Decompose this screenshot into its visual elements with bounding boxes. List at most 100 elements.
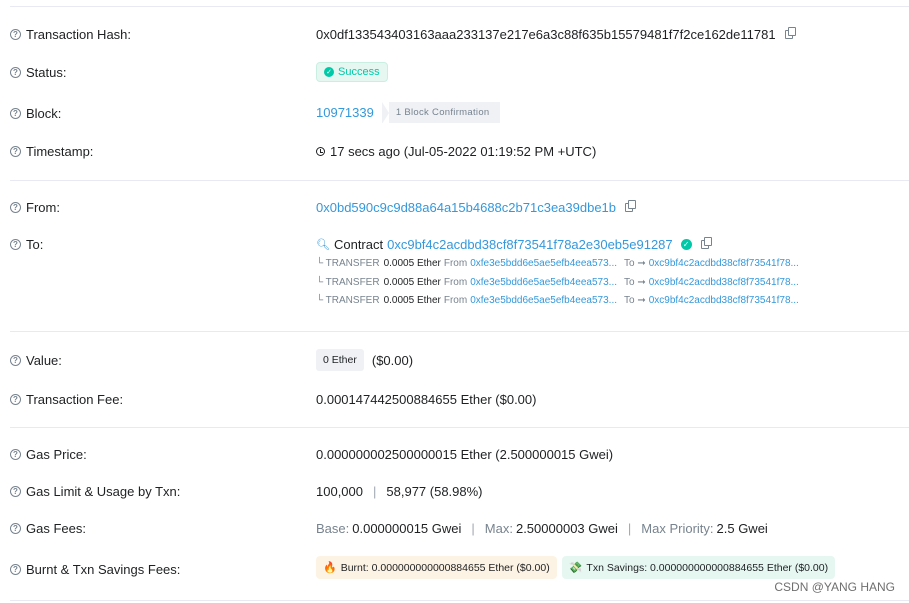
block-label: ? Block: xyxy=(10,106,61,121)
burnt-fees-label-text: Burnt & Txn Savings Fees: xyxy=(26,562,181,577)
burnt-fees-value-row: 🔥 Burnt: 0.000000000000884655 Ether ($0.… xyxy=(316,556,836,579)
block-number-link[interactable]: 10971339 xyxy=(316,105,374,120)
gas-usage-value: 58,977 (58.98%) xyxy=(386,484,483,499)
copy-icon[interactable] xyxy=(784,27,796,39)
timestamp-label: ? Timestamp: xyxy=(10,144,93,159)
transfer-kind: └ TRANSFER xyxy=(316,277,380,288)
help-icon[interactable]: ? xyxy=(10,355,21,366)
from-label: ? From: xyxy=(10,200,60,215)
transfer-to-label: To ➞ xyxy=(624,277,646,288)
help-icon[interactable]: ? xyxy=(10,67,21,78)
token-transfer-row: └ TRANSFER 0.0005 Ether From 0xfe3e5bdd6… xyxy=(316,258,799,269)
gas-price-label-text: Gas Price: xyxy=(26,447,87,462)
burnt-value: Burnt: 0.000000000000884655 Ether ($0.00… xyxy=(340,561,550,574)
help-icon[interactable]: ? xyxy=(10,146,21,157)
separator: | xyxy=(627,521,632,536)
value-usd: ($0.00) xyxy=(371,352,414,368)
transfer-kind: └ TRANSFER xyxy=(316,295,380,306)
gas-price-value: 0.000000002500000015 Ether (2.500000015 … xyxy=(316,447,614,462)
clock-icon xyxy=(316,147,325,156)
divider xyxy=(10,180,909,181)
transfer-amount: 0.0005 Ether xyxy=(383,277,441,288)
value-label: ? Value: xyxy=(10,353,62,368)
tx-fee-value: 0.000147442500884655 Ether ($0.00) xyxy=(316,392,537,407)
help-icon[interactable]: ? xyxy=(10,394,21,405)
block-value-row: 10971339 1 Block Confirmation xyxy=(316,102,500,124)
help-icon[interactable]: ? xyxy=(10,449,21,460)
transfer-kind: └ TRANSFER xyxy=(316,258,380,269)
contract-prefix: Contract xyxy=(333,237,384,252)
to-label-text: To: xyxy=(26,237,44,252)
timestamp-value-row: 17 secs ago (Jul-05-2022 01:19:52 PM +UT… xyxy=(316,144,596,159)
savings-badge: 💸 Txn Savings: 0.000000000000884655 Ethe… xyxy=(561,556,836,579)
tx-hash-value-row: 0x0df133543403163aaa233137e217e6a3c88f63… xyxy=(316,27,796,42)
tx-fee-value-row: 0.000147442500884655 Ether ($0.00) xyxy=(316,392,536,407)
verified-check-icon: ✓ xyxy=(680,239,692,250)
transfer-amount: 0.0005 Ether xyxy=(383,295,441,306)
max-priority-label: Max Priority: xyxy=(641,521,714,536)
to-value-row: 🔍︎ Contract 0xc9bf4c2acdbd38cf8f73541f78… xyxy=(316,237,712,252)
help-icon[interactable]: ? xyxy=(10,202,21,213)
transfer-from-link[interactable]: 0xfe3e5bdd6e5ae5efb4eea573... xyxy=(470,295,617,306)
gas-fees-value-row: Base: 0.000000015 Gwei | Max: 2.50000003… xyxy=(316,521,768,536)
transfer-from-label: From xyxy=(443,277,468,288)
transaction-details: ? Transaction Hash: 0x0df133543403163aaa… xyxy=(0,0,909,603)
burnt-badge: 🔥 Burnt: 0.000000000000884655 Ether ($0.… xyxy=(316,556,557,579)
from-address-link[interactable]: 0x0bd590c9c9d88a64a15b4688c2b71c3ea39dbe… xyxy=(316,200,616,215)
help-icon[interactable]: ? xyxy=(10,564,21,575)
copy-icon[interactable] xyxy=(625,200,637,212)
contract-address-link[interactable]: 0xc9bf4c2acdbd38cf8f73541f78a2e30eb5e912… xyxy=(387,237,673,252)
gas-fees-label: ? Gas Fees: xyxy=(10,521,86,536)
block-label-text: Block: xyxy=(26,106,62,121)
tx-hash-value: 0x0df133543403163aaa233137e217e6a3c88f63… xyxy=(316,27,776,42)
timestamp-value: 17 secs ago (Jul-05-2022 01:19:52 PM +UT… xyxy=(330,144,597,159)
block-confirmation-badge: 1 Block Confirmation xyxy=(381,102,500,124)
token-transfer-row: └ TRANSFER 0.0005 Ether From 0xfe3e5bdd6… xyxy=(316,295,799,306)
transfer-to-link[interactable]: 0xc9bf4c2acdbd38cf8f73541f78... xyxy=(649,258,799,269)
value-value-row: 0 Ether ($0.00) xyxy=(316,349,413,371)
max-priority-value: 2.5 Gwei xyxy=(716,521,768,536)
transfer-to-label: To ➞ xyxy=(624,258,646,269)
help-icon[interactable]: ? xyxy=(10,29,21,40)
status-value-row: ✓ Success xyxy=(316,62,388,82)
transfer-to-link[interactable]: 0xc9bf4c2acdbd38cf8f73541f78... xyxy=(649,277,799,288)
watermark: CSDN @YANG HANG xyxy=(774,580,895,594)
separator: | xyxy=(373,484,377,499)
help-icon[interactable]: ? xyxy=(10,523,21,534)
savings-value: Txn Savings: 0.000000000000884655 Ether … xyxy=(586,561,829,574)
tx-hash-label: ? Transaction Hash: xyxy=(10,27,131,42)
help-icon[interactable]: ? xyxy=(10,239,21,250)
from-value-row: 0x0bd590c9c9d88a64a15b4688c2b71c3ea39dbe… xyxy=(316,200,637,215)
transfer-from-link[interactable]: 0xfe3e5bdd6e5ae5efb4eea573... xyxy=(470,277,617,288)
transfer-amount: 0.0005 Ether xyxy=(383,258,441,269)
timestamp-label-text: Timestamp: xyxy=(26,144,94,159)
copy-icon[interactable] xyxy=(700,237,712,249)
base-fee-value: 0.000000015 Gwei xyxy=(352,521,462,536)
divider xyxy=(10,331,909,332)
to-label: ? To: xyxy=(10,237,43,252)
max-fee-label: Max: xyxy=(484,521,513,536)
transfer-to-link[interactable]: 0xc9bf4c2acdbd38cf8f73541f78... xyxy=(649,295,799,306)
transfer-to-label: To ➞ xyxy=(624,295,646,306)
value-amount-badge: 0 Ether xyxy=(316,349,364,371)
status-label: ? Status: xyxy=(10,65,66,80)
transfer-from-link[interactable]: 0xfe3e5bdd6e5ae5efb4eea573... xyxy=(470,258,617,269)
top-divider xyxy=(10,6,909,7)
money-icon: 💸 xyxy=(568,562,583,574)
help-icon[interactable]: ? xyxy=(10,108,21,119)
status-text: Success xyxy=(338,66,380,78)
base-fee-label: Base: xyxy=(316,521,350,536)
status-badge: ✓ Success xyxy=(316,62,388,82)
gas-limit-label: ? Gas Limit & Usage by Txn: xyxy=(10,484,180,499)
tx-fee-label-text: Transaction Fee: xyxy=(26,392,124,407)
bottom-divider xyxy=(10,600,909,601)
gas-limit-value: 100,000 xyxy=(316,484,363,499)
gas-fees-label-text: Gas Fees: xyxy=(26,521,86,536)
gas-limit-label-text: Gas Limit & Usage by Txn: xyxy=(26,484,181,499)
from-label-text: From: xyxy=(26,200,60,215)
separator: | xyxy=(471,521,475,536)
value-label-text: Value: xyxy=(26,353,62,368)
help-icon[interactable]: ? xyxy=(10,486,21,497)
max-fee-value: 2.50000003 Gwei xyxy=(515,521,618,536)
check-circle-icon: ✓ xyxy=(324,67,334,77)
